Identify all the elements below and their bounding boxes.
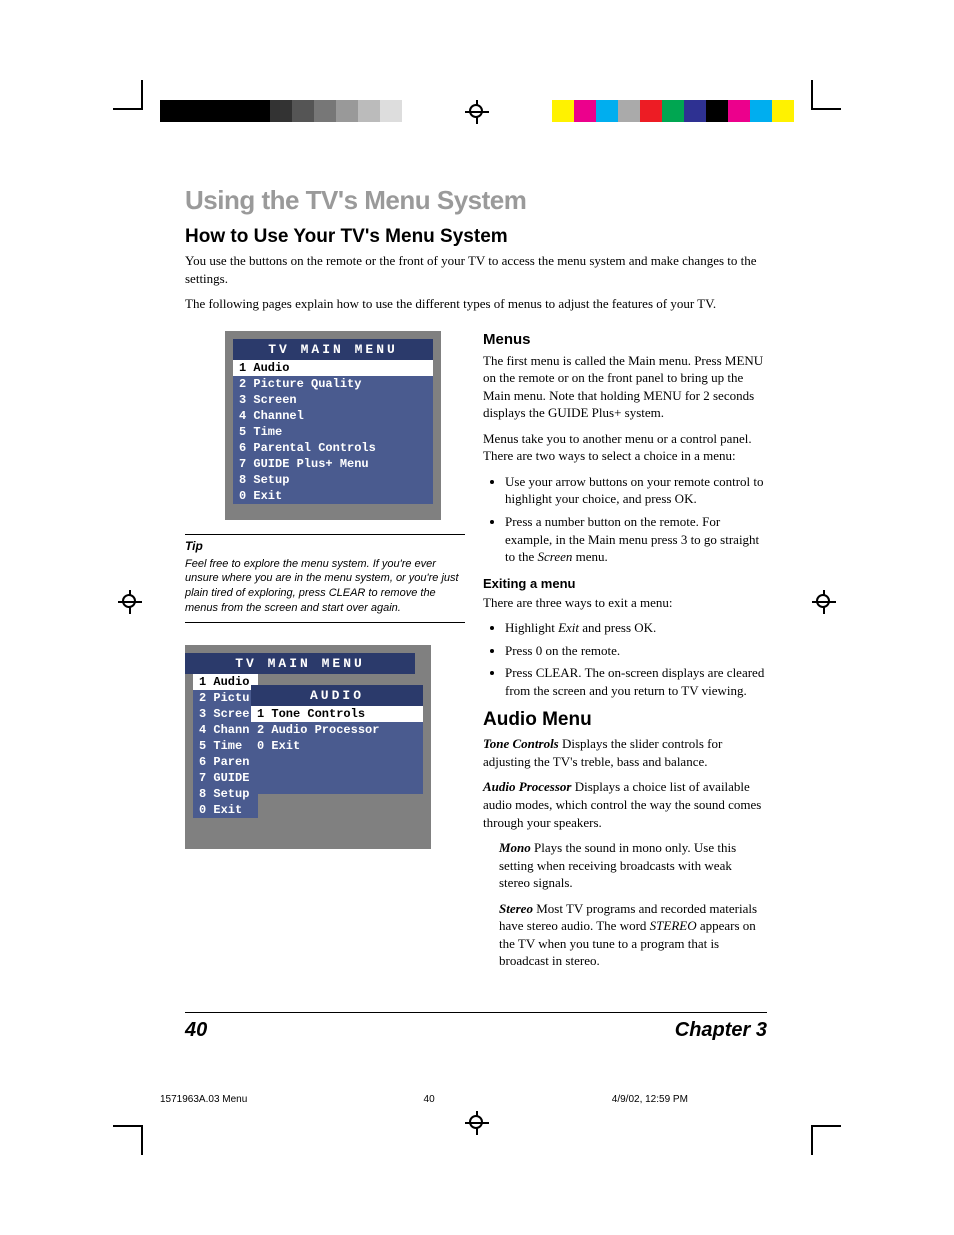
sub-definition: Mono Plays the sound in mono only. Use t… [499,839,765,892]
list-item: Highlight Exit and press OK. [505,619,765,637]
swatch [380,100,402,122]
swatch [204,100,226,122]
swatch [226,100,248,122]
body-text: Menus take you to another menu or a cont… [483,430,765,465]
tv-main-menu-figure: TV MAIN MENU 1 Audio2 Picture Quality3 S… [225,331,441,520]
exiting-heading: Exiting a menu [483,576,765,591]
menu-item: 1 Tone Controls [251,706,423,722]
list-item: Use your arrow buttons on your remote co… [505,473,765,508]
color-bar-left [160,100,402,122]
tv-audio-menu-figure: TV MAIN MENU 1 Audio2 Pictu3 Scree4 Chan… [185,645,431,849]
page-title: Using the TV's Menu System [185,185,765,216]
right-column: Menus The first menu is called the Main … [483,331,765,978]
swatch [574,100,596,122]
swatch [750,100,772,122]
crop-mark [141,1125,143,1155]
menu-item: 8 Setup [233,472,433,488]
menu-item: 2 Pictu [193,690,258,706]
content-area: Using the TV's Menu System How to Use Yo… [185,185,765,978]
swatch [640,100,662,122]
swatch [270,100,292,122]
crop-mark [113,108,143,110]
menus-heading: Menus [483,331,765,348]
menu-item: 0 Exit [251,738,423,754]
meta-file: 1571963A.03 Menu [160,1094,424,1105]
chapter-label: Chapter 3 [675,1019,767,1042]
crop-mark [811,108,841,110]
menu-item: 8 Setup [193,786,258,802]
body-text: There are three ways to exit a menu: [483,594,765,612]
page-footer: 40 Chapter 3 [185,1012,767,1042]
divider [185,534,465,535]
divider [185,622,465,623]
menu-item: 6 Parental Controls [233,440,433,456]
registration-mark-icon [465,1111,489,1135]
manual-page: Using the TV's Menu System How to Use Yo… [0,0,954,1235]
body-text: The first menu is called the Main menu. … [483,352,765,422]
list-item: Press CLEAR. The on-screen displays are … [505,664,765,699]
page-number: 40 [185,1019,207,1042]
registration-mark-icon [118,590,142,614]
list-item: Press 0 on the remote. [505,642,765,660]
swatch [596,100,618,122]
menu-item: 7 GUIDE [193,770,258,786]
bullet-list: Highlight Exit and press OK. Press 0 on … [483,619,765,699]
crop-mark [141,80,143,110]
section-heading: How to Use Your TV's Menu System [185,226,765,248]
swatch [314,100,336,122]
menu-item: 5 Time [193,738,258,754]
submenu-title: AUDIO [251,685,423,706]
menu-item: 2 Audio Processor [251,722,423,738]
list-item: Press a number button on the remote. For… [505,513,765,566]
menu-title: TV MAIN MENU [185,653,415,674]
swatch [160,100,182,122]
menu-item: 3 Screen [233,392,433,408]
menu-item: 2 Picture Quality [233,376,433,392]
meta-page: 40 [424,1094,612,1105]
menu-title: TV MAIN MENU [233,339,433,360]
swatch [292,100,314,122]
registration-mark-icon [812,590,836,614]
intro-paragraph: You use the buttons on the remote or the… [185,252,765,287]
menu-item: 0 Exit [233,488,433,504]
swatch [684,100,706,122]
menu-item: 7 GUIDE Plus+ Menu [233,456,433,472]
menu-item: 1 Audio [193,674,258,690]
swatch [248,100,270,122]
swatch [772,100,794,122]
crop-mark [113,1125,143,1127]
left-column: TV MAIN MENU 1 Audio2 Picture Quality3 S… [185,331,465,978]
swatch [552,100,574,122]
definition: Tone Controls Displays the slider contro… [483,735,765,770]
swatch [618,100,640,122]
color-bar-right [552,100,794,122]
menu-item: 1 Audio [233,360,433,376]
swatch [728,100,750,122]
intro-paragraph: The following pages explain how to use t… [185,295,765,313]
menu-item: 4 Chann [193,722,258,738]
tip-text: Feel free to explore the menu system. If… [185,557,465,616]
crop-mark [811,80,813,110]
swatch [662,100,684,122]
menu-item: 4 Channel [233,408,433,424]
swatch [358,100,380,122]
menu-item: 5 Time [233,424,433,440]
swatch [336,100,358,122]
menu-item: 0 Exit [193,802,258,818]
swatch [182,100,204,122]
swatch [706,100,728,122]
bullet-list: Use your arrow buttons on your remote co… [483,473,765,566]
menu-item: 6 Paren [193,754,258,770]
menu-item: 3 Scree [193,706,258,722]
registration-mark-icon [465,100,489,124]
print-meta: 1571963A.03 Menu 40 4/9/02, 12:59 PM [160,1094,800,1105]
definition: Audio Processor Displays a choice list o… [483,778,765,831]
crop-mark [811,1125,813,1155]
audio-menu-heading: Audio Menu [483,709,765,731]
sub-definition: Stereo Most TV programs and recorded mat… [499,900,765,970]
crop-mark [811,1125,841,1127]
tip-heading: Tip [185,539,465,553]
meta-date: 4/9/02, 12:59 PM [612,1094,800,1105]
